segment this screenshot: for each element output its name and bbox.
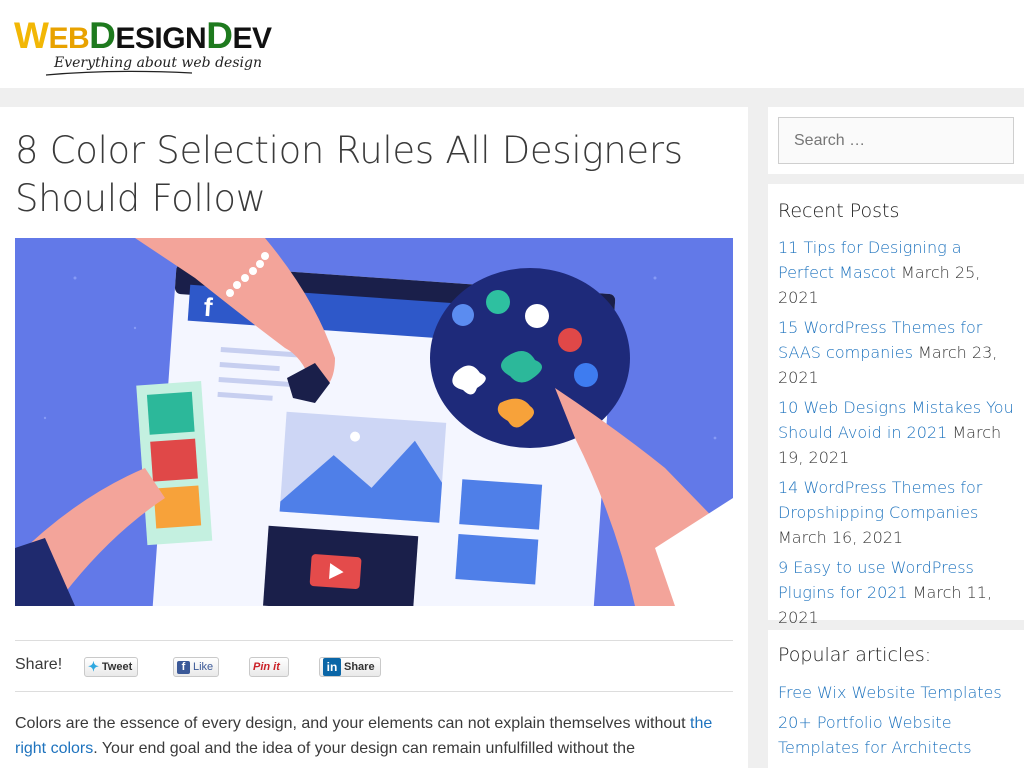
post-intro-paragraph: Colors are the essence of every design, …: [15, 715, 713, 757]
list-item: Free Wix Website Templates: [778, 680, 1018, 705]
facebook-like-button[interactable]: f Like: [173, 657, 220, 677]
featured-image: f: [15, 238, 733, 606]
share-bar: Share! ✦ Tweet f Like Pin it in Share: [15, 640, 733, 692]
post-date: March 16, 2021: [778, 528, 904, 547]
facebook-icon: f: [177, 660, 190, 674]
logo-swoosh-icon: [45, 70, 193, 76]
pinterest-pinit-label: Pin it: [253, 661, 280, 673]
recent-posts-widget: Recent Posts 11 Tips for Designing a Per…: [768, 184, 1024, 627]
recent-posts-title: Recent Posts: [778, 200, 900, 222]
featured-illustration: f: [15, 238, 733, 606]
popular-article-link[interactable]: 20+ Portfolio Website Templates for Arch…: [778, 713, 972, 757]
list-item: 11 Tips for Designing a Perfect Mascot M…: [778, 235, 1018, 310]
list-item: 14 WordPress Themes for Dropshipping Com…: [778, 475, 1018, 550]
logo-wordmark: WEBDESIGNDEV: [14, 15, 272, 56]
pinterest-button[interactable]: Pin it: [249, 657, 289, 677]
twitter-bird-icon: ✦: [88, 659, 99, 674]
linkedin-share-button[interactable]: in Share: [319, 657, 381, 677]
share-label: Share!: [15, 656, 63, 673]
search-widget: [768, 107, 1024, 174]
list-item: 15 WordPress Themes for SAAS companies M…: [778, 315, 1018, 390]
popular-articles-title: Popular articles:: [778, 644, 932, 666]
search-input[interactable]: [778, 117, 1014, 164]
popular-articles-widget: Popular articles: Free Wix Website Templ…: [768, 630, 1024, 768]
site-header: WEBDESIGNDEV Everything about web design: [0, 0, 1024, 88]
list-item: 20+ Portfolio Website Templates for Arch…: [778, 710, 1018, 760]
list-item: 9 Easy to use WordPress Plugins for 2021…: [778, 555, 1018, 630]
recent-posts-list: 11 Tips for Designing a Perfect Mascot M…: [778, 235, 1018, 635]
main-content: 8 Color Selection Rules All Designers Sh…: [0, 107, 748, 768]
list-item: 10 Web Designs Mistakes You Should Avoid…: [778, 395, 1018, 470]
popular-articles-list: Free Wix Website Templates 20+ Portfolio…: [778, 680, 1018, 765]
site-logo[interactable]: WEBDESIGNDEV Everything about web design: [14, 12, 314, 76]
popular-article-link[interactable]: Free Wix Website Templates: [778, 683, 1002, 702]
linkedin-icon: in: [323, 658, 341, 676]
post-title: 8 Color Selection Rules All Designers Sh…: [15, 129, 683, 220]
tweet-button[interactable]: ✦ Tweet: [84, 657, 139, 677]
recent-post-link[interactable]: 14 WordPress Themes for Dropshipping Com…: [778, 478, 982, 522]
